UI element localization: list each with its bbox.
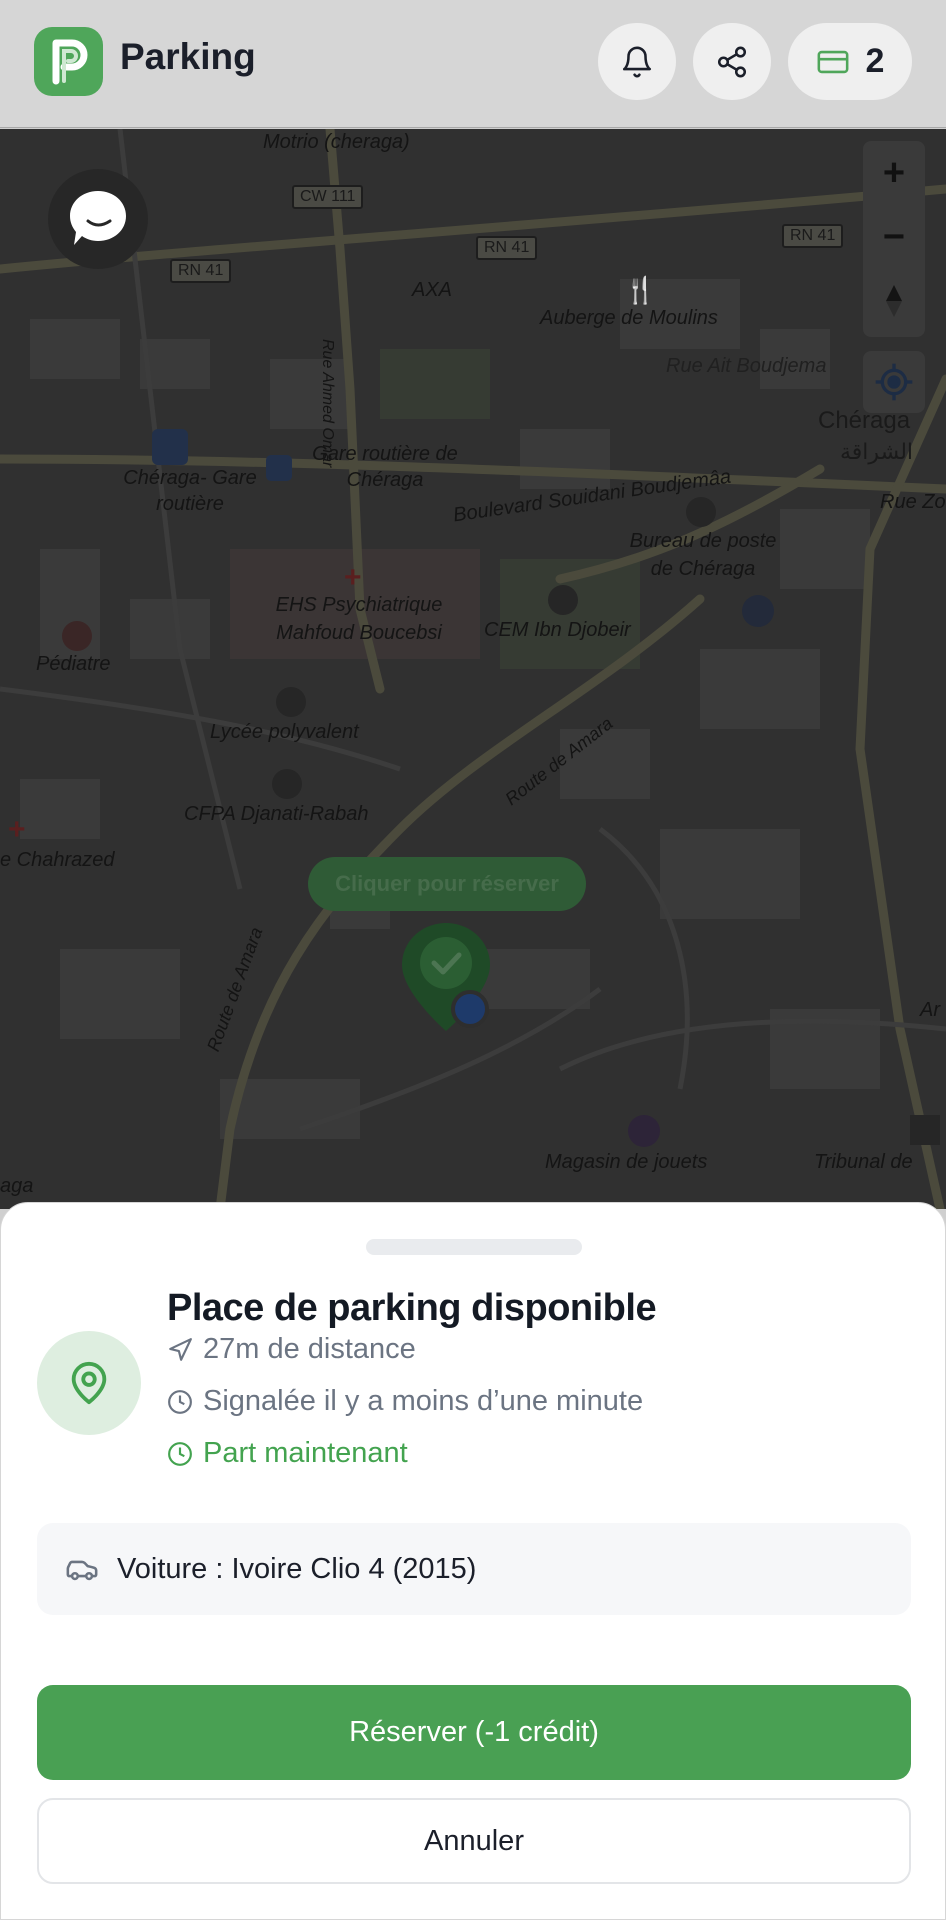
map-label-chahrazed: e Chahrazed	[0, 849, 115, 871]
vehicle-card[interactable]: Voiture : Ivoire Clio 4 (2015)	[37, 1523, 911, 1615]
map-label-cheraga-ar: الشراقة	[840, 439, 914, 464]
graduation-cap-icon	[272, 769, 302, 799]
sheet-drag-handle[interactable]	[366, 1239, 582, 1255]
clock-icon	[168, 1441, 192, 1466]
app-title: Parking	[120, 36, 256, 77]
shop-icon	[628, 1115, 660, 1147]
map-label-tribunal: Tribunal de	[814, 1151, 913, 1173]
vehicle-label: Voiture : Ivoire Clio 4 (2015)	[117, 1552, 477, 1585]
bell-icon	[622, 46, 652, 77]
parking-spot-marker[interactable]	[396, 919, 496, 1049]
doctor-icon	[62, 621, 92, 651]
zoom-controls: + −	[863, 141, 925, 337]
navigation-arrow-icon	[169, 1337, 192, 1361]
reported-text: Signalée il y a moins d’une minute	[203, 1385, 644, 1417]
hospital-icon: +	[8, 813, 26, 846]
map-label-aga: aga	[0, 1175, 34, 1197]
hospital-icon: +	[344, 561, 362, 594]
share-icon	[717, 46, 747, 77]
courthouse-icon	[910, 1115, 940, 1145]
map-label-magasin: Magasin de jouets	[545, 1151, 708, 1173]
reservation-sheet: Place de parking disponible 27m de dista…	[0, 1202, 946, 1920]
road-sign-cw111: CW 111	[292, 185, 364, 209]
leaving-status: Part maintenant	[203, 1437, 408, 1469]
map-label-motrio: Motrio (cheraga)	[263, 131, 410, 153]
locate-button[interactable]	[863, 351, 925, 413]
plus-icon: +	[882, 151, 906, 194]
cancel-button[interactable]: Annuler	[37, 1798, 911, 1884]
locate-icon	[875, 363, 913, 401]
minus-icon: −	[882, 215, 906, 258]
reserve-tooltip[interactable]: Cliquer pour réserver	[308, 857, 586, 911]
bus-station-icon	[152, 429, 188, 465]
post-office-icon	[686, 497, 716, 527]
chat-button[interactable]	[48, 169, 148, 269]
map-label-rue-zo: Rue Zo	[880, 491, 946, 513]
road-sign-rn41: RN 41	[782, 224, 844, 248]
map-label-bureau-poste: Bureau de poste de Chéraga	[629, 530, 777, 580]
card-icon	[817, 50, 848, 73]
credits-count: 2	[865, 42, 885, 80]
clock-icon	[168, 1389, 192, 1414]
map-label-lycee: Lycée polyvalent	[210, 721, 359, 743]
map-label-ehs: EHS Psychiatrique Mahfoud Boucebsi	[275, 594, 443, 644]
map-label-pediatre: Pédiatre	[36, 653, 111, 675]
map-pin-icon	[71, 1362, 107, 1405]
app-header: Parking 2	[0, 0, 946, 128]
share-button[interactable]	[693, 23, 771, 100]
chat-bubble-icon	[70, 191, 126, 245]
map-label-cheraga-gare: Chéraga- Gare routière	[123, 467, 257, 515]
place-icon-badge	[37, 1331, 141, 1435]
map-label-cem: CEM Ibn Djobeir	[484, 619, 631, 641]
reserve-button[interactable]: Réserver (-1 crédit)	[37, 1685, 911, 1780]
car-icon	[66, 1560, 98, 1581]
school-icon	[548, 585, 578, 615]
zoom-out-button[interactable]: −	[863, 205, 925, 269]
distance-row: 27m de distance	[167, 1333, 416, 1366]
distance-text: 27m de distance	[203, 1333, 416, 1365]
app-logo	[34, 27, 103, 96]
compass-icon	[886, 285, 902, 317]
shopping-cart-icon	[742, 595, 774, 627]
credits-button[interactable]: 2	[788, 23, 912, 100]
notifications-button[interactable]	[598, 23, 676, 100]
map-label-ar: Ar	[920, 999, 940, 1021]
road-sign-rn41: RN 41	[170, 259, 232, 283]
school-icon	[276, 687, 306, 717]
reported-row: Signalée il y a moins d’une minute	[167, 1385, 643, 1418]
map-label-auberge: Auberge de Moulins	[540, 307, 718, 329]
road-sign-rn41: RN 41	[476, 236, 538, 260]
map-label-cfpa: CFPA Djanati-Rabah	[184, 803, 369, 825]
zoom-in-button[interactable]: +	[863, 141, 925, 205]
map-label-rue-ait: Rue Ait Boudjema	[666, 355, 827, 377]
place-title: Place de parking disponible	[167, 1287, 657, 1329]
restaurant-icon: 🍴	[624, 275, 657, 305]
map-label-axa: AXA	[412, 279, 453, 301]
map-view[interactable]: Motrio (cheraga) CW 111 RN 41 RN 41 RN 4…	[0, 129, 946, 1209]
compass-button[interactable]	[863, 269, 925, 333]
leaving-row: Part maintenant	[167, 1437, 408, 1470]
map-label-gare-routiere: Gare routière de Chéraga	[312, 443, 458, 491]
